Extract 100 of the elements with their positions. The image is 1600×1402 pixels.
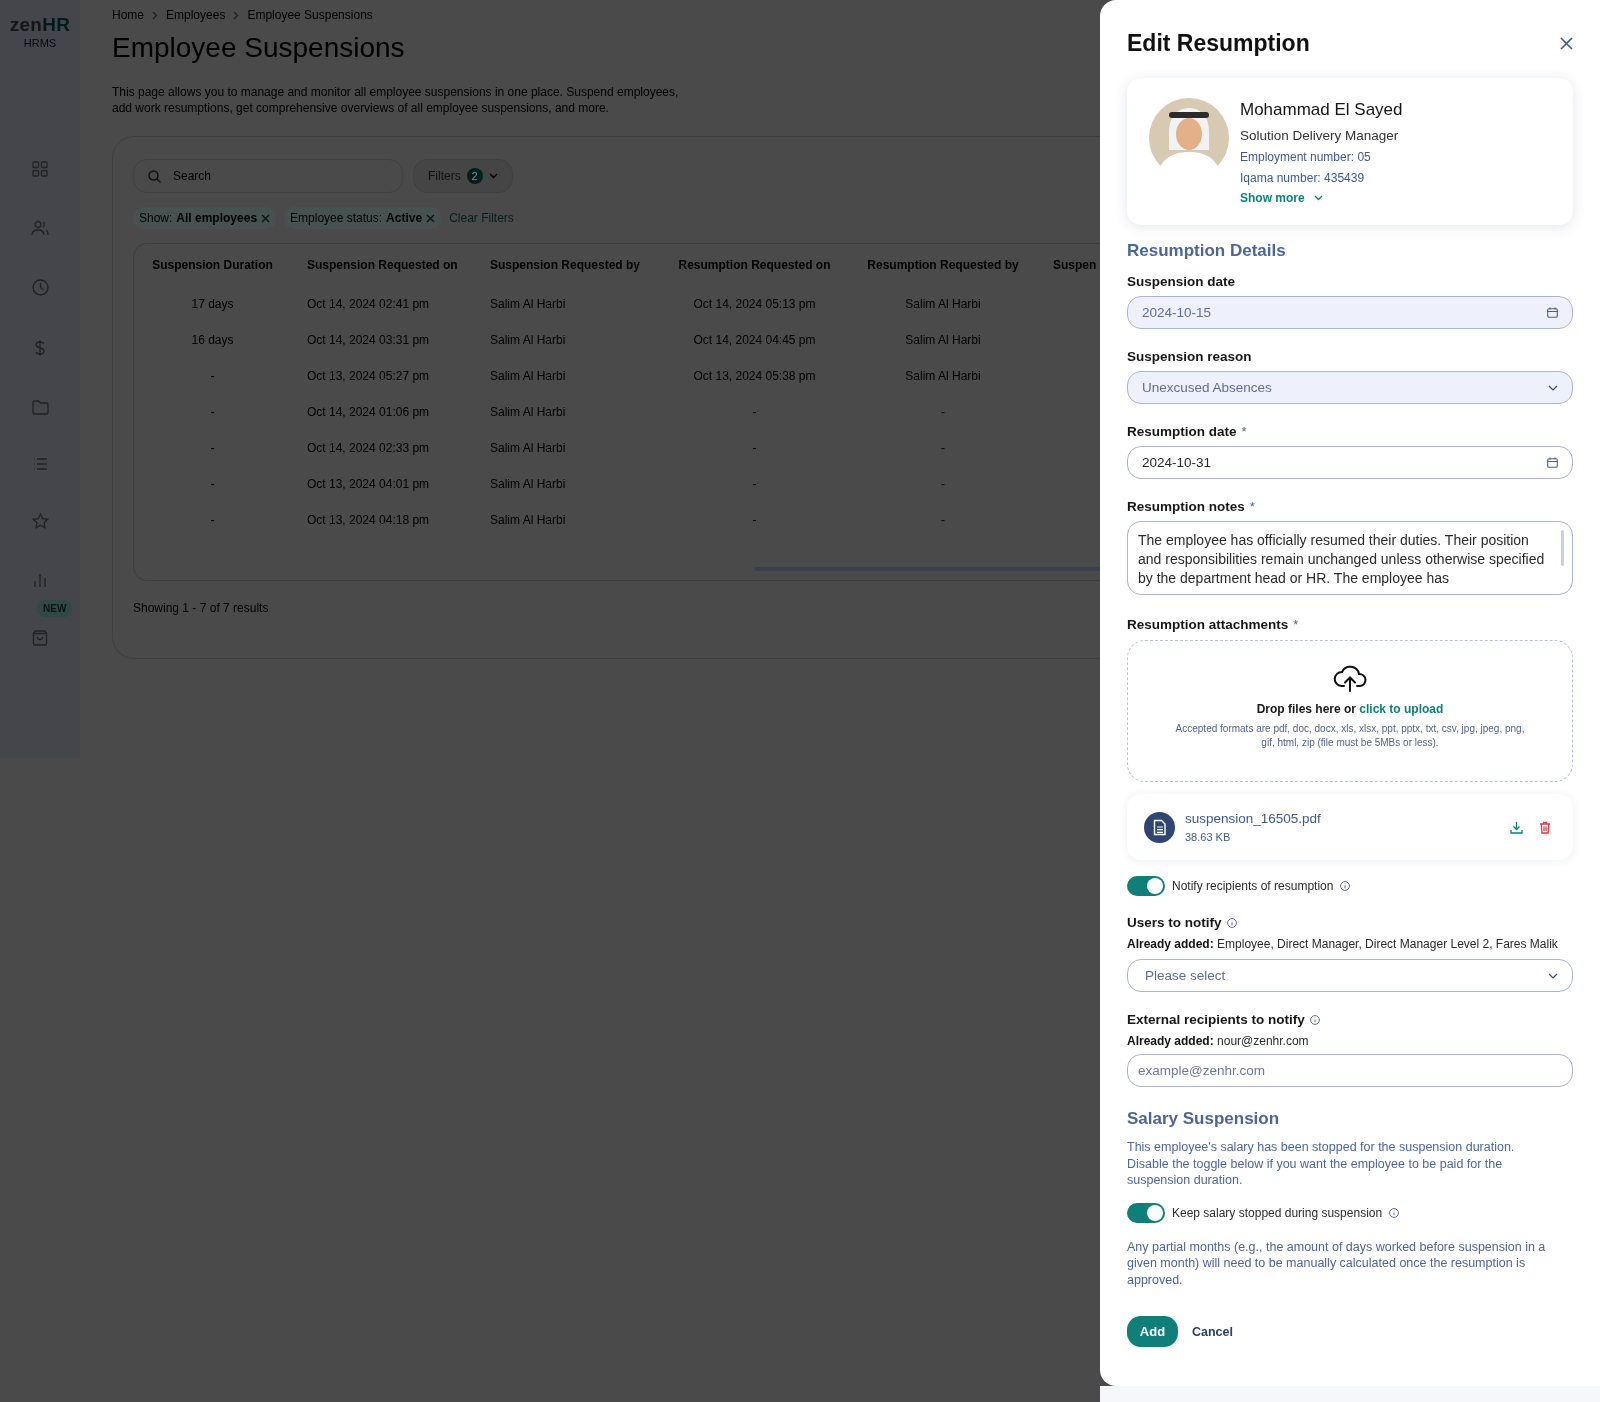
table-cell-text: - <box>940 440 946 457</box>
info-icon <box>1340 881 1351 891</box>
required-mark: * <box>1249 499 1255 514</box>
bar-chart-icon[interactable] <box>34 573 46 587</box>
table-cell-text: 16 days <box>190 332 235 349</box>
already-added-text: Already added: nour@zenhr.com <box>1127 1034 1310 1048</box>
accepted-formats: Accepted formats are pdf, doc, docx, xls, xlsx, ppt, pptx, txt, csv, jpg, jpeg, png, gif, html, zip (file must be 5MBs or less). <box>1174 722 1526 750</box>
product-name: HRMS <box>23 37 57 49</box>
close-icon[interactable] <box>1560 36 1573 50</box>
field-label: External recipients to notify <box>1127 1012 1305 1027</box>
employee-position: Solution Delivery Manager <box>1240 128 1399 143</box>
table-cell-text: - <box>940 512 946 529</box>
remove-icon[interactable] <box>261 213 271 223</box>
column-header: Resumption Requested by <box>866 257 1020 274</box>
search-icon <box>148 169 161 183</box>
required-mark: * <box>1293 617 1299 632</box>
table-cell-text: Salim Al Harbi <box>489 368 567 385</box>
iqama-number: Iqama number: 435439 <box>1240 171 1365 185</box>
table-cell-text: Oct 14, 2024 05:13 pm <box>692 296 817 313</box>
table-cell-text: Oct 14, 2024 04:45 pm <box>692 332 817 349</box>
field-label: Suspension date <box>1127 274 1236 289</box>
toggle-label: Keep salary stopped during suspension <box>1172 1205 1383 1220</box>
field-label: Resumption notes <box>1127 499 1245 514</box>
table-cell-text: Salim Al Harbi <box>489 476 567 493</box>
table-cell-text: Salim Al Harbi <box>489 404 567 421</box>
info-icon <box>1309 1014 1320 1025</box>
date-field: 2024-10-15 <box>1127 296 1573 329</box>
table-cell-text: Oct 13, 2024 04:01 pm <box>306 476 431 493</box>
scrollbar-thumb[interactable] <box>1561 530 1564 566</box>
toggle-switch[interactable] <box>1127 876 1165 896</box>
file-name[interactable]: suspension_16505.pdf <box>1185 811 1500 826</box>
file-dropzone[interactable]: Drop files here or click to upload Accepted formats are pdf, doc, docx, xls, xlsx, ppt, pptx, txt, csv, jpg, jpeg, png, gif, html, zip (file must be 5MBs or less). <box>1127 640 1573 782</box>
table-cell-text: - <box>209 440 216 457</box>
chevron-down-icon <box>1548 384 1558 391</box>
results-count: Showing 1 - 7 of 7 results <box>133 601 270 615</box>
column-header: Suspension Requested by <box>489 257 642 274</box>
folder-icon[interactable] <box>31 400 49 415</box>
table-cell-text: - <box>751 440 758 457</box>
table-cell-text: Salim Al Harbi <box>489 512 567 529</box>
upload-link[interactable]: click to upload <box>1359 702 1444 716</box>
field-label: Resumption date <box>1127 424 1237 439</box>
document-icon <box>1144 811 1175 843</box>
chevron-down-icon <box>1313 195 1323 201</box>
avatar-icon <box>1147 98 1231 178</box>
remove-icon[interactable] <box>426 213 436 223</box>
chevron-right-icon <box>152 10 158 20</box>
table-cell-text: - <box>209 512 216 529</box>
table-cell-text: - <box>209 404 216 421</box>
select-field: Unexcused Absences <box>1127 371 1573 404</box>
email-field[interactable]: example@zenhr.com <box>1127 1054 1573 1087</box>
section-heading: Salary Suspension <box>1127 1109 1281 1129</box>
info-icon <box>1389 1207 1400 1218</box>
list-icon[interactable] <box>32 458 48 470</box>
table-cell-text: - <box>940 404 946 421</box>
new-badge: NEW <box>37 600 73 617</box>
table-cell-text: - <box>751 404 758 421</box>
page-description: This page allows you to manage and monitor all employee suspensions in one place. Suspend employees, add work resumptions, get comprehensive overviews of all employee suspensions, and more. <box>112 84 680 116</box>
file-size: 38.63 KB <box>1185 831 1232 843</box>
trash-icon[interactable] <box>1539 820 1551 834</box>
chevron-right-icon <box>233 10 240 20</box>
section-heading: Resumption Details <box>1127 241 1287 261</box>
table-cell-text: Salim Al Harbi <box>904 332 982 349</box>
notes-field[interactable]: The employee has officially resumed their duties. Their position and responsibilities remain unchanged unless otherwise specified by the department head or HR. The employee has <box>1127 521 1573 595</box>
chevron-down-icon <box>1548 972 1558 979</box>
add-button[interactable]: Add <box>1127 1316 1178 1347</box>
filter-chip[interactable]: Show: All employees <box>133 207 277 229</box>
download-icon[interactable] <box>1510 820 1523 834</box>
table-cell-text: Oct 13, 2024 05:27 pm <box>306 368 431 385</box>
field-label: Suspension reason <box>1127 349 1252 364</box>
drawer-title: Edit Resumption <box>1127 29 1310 57</box>
date-field[interactable]: 2024-10-31 <box>1127 446 1573 479</box>
chevron-down-icon <box>488 173 498 179</box>
star-icon[interactable] <box>31 513 49 530</box>
cloud-upload-icon <box>1333 664 1367 692</box>
shopping-bag-icon[interactable] <box>32 630 48 646</box>
table-cell-text: Salim Al Harbi <box>489 440 567 457</box>
calendar-icon <box>1547 457 1558 468</box>
filter-chip[interactable]: Employee status: Active <box>284 207 442 229</box>
employee-name: Mohammad El Sayed <box>1240 100 1403 120</box>
dashboard-icon[interactable] <box>32 161 48 177</box>
cancel-button[interactable]: Cancel <box>1182 1318 1243 1345</box>
employment-number: Employment number: 05 <box>1240 150 1371 164</box>
required-mark: * <box>1241 424 1247 439</box>
toggle-label: Notify recipients of resumption <box>1172 879 1334 893</box>
page-title: Employee Suspensions <box>112 32 405 64</box>
show-more-link[interactable]: Show more <box>1240 191 1323 205</box>
select-field[interactable]: Please select <box>1127 959 1573 992</box>
table-cell-text: Oct 14, 2024 03:31 pm <box>306 332 431 349</box>
users-icon[interactable] <box>31 220 49 236</box>
table-cell-text: Oct 14, 2024 02:41 pm <box>306 296 431 313</box>
table-cell-text: - <box>751 512 758 529</box>
salary-description: This employee's salary has been stopped for the suspension duration. Disable the toggle below if you want the employee to be paid for the suspension duration. <box>1127 1139 1516 1189</box>
table-cell-text: Oct 13, 2024 04:18 pm <box>306 512 431 529</box>
table-cell-text: Salim Al Harbi <box>904 296 982 313</box>
toggle-switch[interactable] <box>1127 1202 1165 1223</box>
table-cell-text: Oct 14, 2024 01:06 pm <box>306 404 431 421</box>
clock-icon[interactable] <box>31 279 49 296</box>
table-cell-text: Oct 14, 2024 02:33 pm <box>306 440 431 457</box>
table-cell-text: - <box>209 368 216 385</box>
dollar-icon[interactable] <box>34 339 46 357</box>
